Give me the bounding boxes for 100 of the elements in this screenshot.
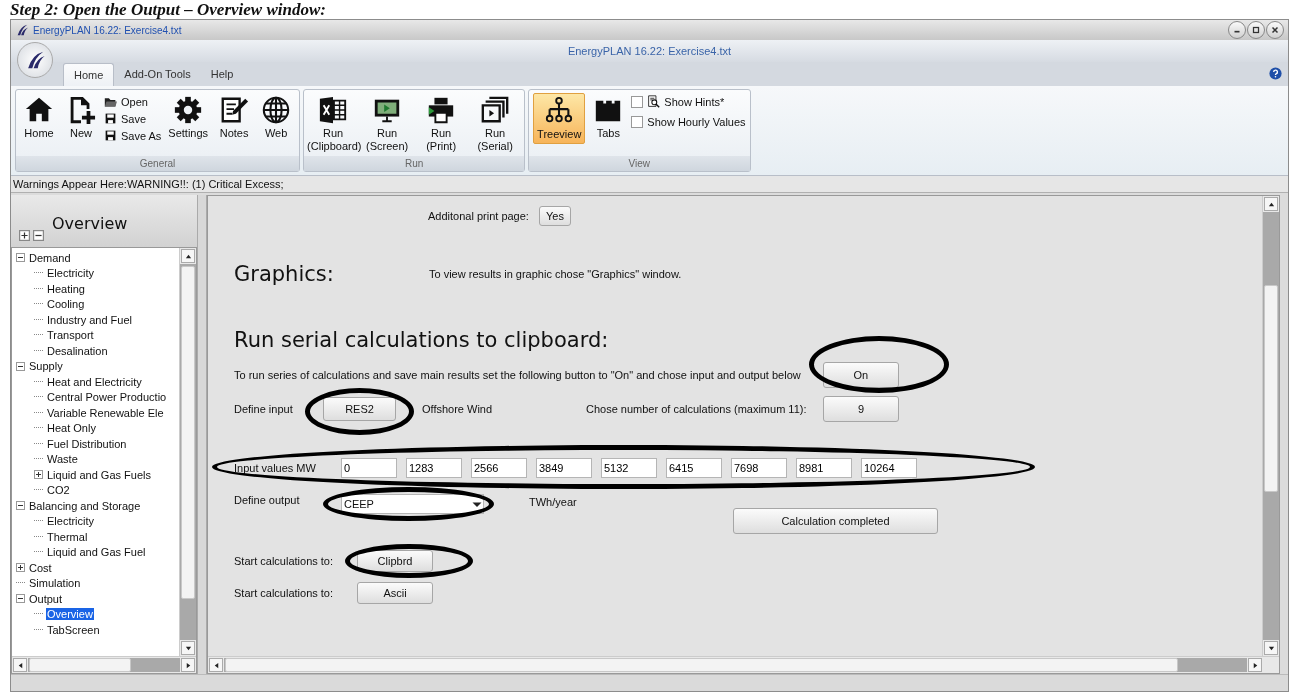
scroll-up-icon[interactable] <box>181 249 195 263</box>
scroll-up-icon[interactable] <box>1264 197 1278 211</box>
checkbox-label[interactable]: Show Hourly Values <box>647 116 746 128</box>
expand-icon[interactable] <box>16 563 25 573</box>
tree-item[interactable]: Variable Renewable Ele <box>46 406 165 419</box>
tree-item[interactable]: Liquid and Gas Fuels <box>46 468 152 481</box>
settings-icon <box>173 95 204 125</box>
document-heading: Step 2: Open the Output – Overview window: <box>9 0 326 19</box>
tree-item[interactable]: Demand <box>28 251 72 264</box>
vertical-scrollbar[interactable] <box>1262 196 1279 656</box>
collapse-icon[interactable] <box>16 361 25 371</box>
tree-item[interactable]: Thermal <box>46 530 89 543</box>
app-title: EnergyPLAN 16.22: Exercise4.txt <box>567 45 732 57</box>
output-dropdown[interactable]: CEEP <box>341 494 484 514</box>
tree-item[interactable]: Overview <box>46 608 94 621</box>
tree-item[interactable]: Balancing and Storage <box>28 499 142 512</box>
checkbox[interactable] <box>631 116 644 128</box>
help-icon[interactable] <box>1269 67 1282 80</box>
tree-item[interactable]: Simulation <box>28 577 82 590</box>
tree-item[interactable]: CO2 <box>46 484 71 497</box>
input-field[interactable]: 8981 <box>796 458 852 478</box>
tree-item[interactable]: Heat Only <box>46 422 97 435</box>
expand-icon[interactable] <box>34 470 43 480</box>
ribbon-toggle-button[interactable]: Treeview <box>533 93 586 144</box>
on-button[interactable]: On <box>822 362 899 388</box>
count-button[interactable]: 9 <box>823 396 899 422</box>
spreadsheet-icon <box>318 95 349 125</box>
scroll-down-icon[interactable] <box>1264 641 1278 655</box>
ribbon-tab[interactable]: Help <box>200 63 244 86</box>
collapse-icon[interactable] <box>16 594 25 604</box>
field-label: Additonal print page: <box>428 210 529 222</box>
ribbon-tab[interactable]: Home <box>63 63 115 86</box>
tree-item[interactable]: Heating <box>46 282 86 295</box>
ribbon-button[interactable]: Notes <box>215 93 254 142</box>
input-field[interactable]: 1283 <box>406 458 462 478</box>
start-button[interactable]: Clipbrd <box>357 550 433 572</box>
scrollbar-thumb[interactable] <box>29 658 132 672</box>
ribbon-button[interactable]: Web <box>257 93 296 142</box>
ribbon-small-button[interactable]: Open <box>104 95 162 108</box>
collapse-icon[interactable] <box>16 253 25 263</box>
input-field[interactable]: 2566 <box>471 458 527 478</box>
ribbon-button[interactable]: Home <box>20 93 58 142</box>
tree-item[interactable]: Supply <box>28 360 64 373</box>
tree-item[interactable]: Transport <box>46 329 95 342</box>
input-field[interactable]: 3849 <box>536 458 592 478</box>
field-label: Define input <box>234 403 294 415</box>
scroll-left-icon[interactable] <box>209 658 223 672</box>
checkbox-label[interactable]: Show Hints* <box>664 95 725 108</box>
tree-item[interactable]: Industry and Fuel <box>46 313 133 326</box>
scroll-right-icon[interactable] <box>181 658 195 672</box>
vertical-scrollbar[interactable] <box>179 248 196 656</box>
ribbon-button[interactable]: Run (Print) <box>416 93 467 155</box>
ribbon-button[interactable]: New <box>62 93 100 142</box>
scrollbar-thumb[interactable] <box>1264 284 1278 493</box>
ribbon-button[interactable]: Run (Screen) <box>362 93 413 155</box>
tree-item[interactable]: Electricity <box>46 267 96 280</box>
tree-item[interactable]: Electricity <box>46 515 96 528</box>
start-button[interactable]: Ascii <box>357 582 433 604</box>
tree-item[interactable]: Waste <box>46 453 79 466</box>
input-field[interactable]: 5132 <box>601 458 657 478</box>
app-menu-button[interactable] <box>17 42 53 78</box>
close-button[interactable] <box>1266 21 1284 39</box>
tree-item[interactable]: Cost <box>28 561 53 574</box>
scroll-left-icon[interactable] <box>13 658 27 672</box>
horizontal-scrollbar[interactable] <box>12 656 196 673</box>
ribbon-button[interactable]: Run (Serial) <box>470 93 521 155</box>
tree-item[interactable]: Liquid and Gas Fuel <box>46 546 147 559</box>
collapse-all-button[interactable] <box>33 230 44 241</box>
ribbon-tab[interactable]: Add-On Tools <box>114 63 201 86</box>
input-field[interactable]: 0 <box>341 458 397 478</box>
scroll-right-icon[interactable] <box>1248 658 1262 672</box>
ribbon-button[interactable]: Run (Clipboard) <box>308 93 359 155</box>
scrollbar-thumb[interactable] <box>225 658 1179 672</box>
input-field[interactable]: 10264 <box>861 458 917 478</box>
tree-item[interactable]: Desalination <box>46 344 109 357</box>
description-text: To run series of calculations and save main results set the following button to "On" and chose input and output below <box>234 369 801 381</box>
horizontal-scrollbar[interactable] <box>208 656 1279 673</box>
tree-item[interactable]: Fuel Distribution <box>46 437 128 450</box>
ribbon-small-button[interactable]: Save <box>104 112 162 125</box>
tree-item[interactable]: Output <box>28 592 64 605</box>
tree-item[interactable]: Central Power Productio <box>46 391 168 404</box>
maximize-button[interactable] <box>1247 21 1265 39</box>
field-label: Define output <box>234 494 301 506</box>
expand-all-button[interactable] <box>19 230 30 241</box>
input-field[interactable]: 6415 <box>666 458 722 478</box>
ribbon-small-button[interactable]: Save As <box>104 129 162 142</box>
close-icon <box>1270 25 1280 35</box>
ribbon-toggle-button[interactable]: Tabs <box>589 93 628 142</box>
tree-item[interactable]: TabScreen <box>46 623 101 636</box>
input-select-button[interactable]: RES2 <box>323 397 396 421</box>
scrollbar-thumb[interactable] <box>181 266 195 599</box>
scroll-down-icon[interactable] <box>181 641 195 655</box>
ribbon-button[interactable]: Settings <box>165 93 212 142</box>
input-field[interactable]: 7698 <box>731 458 787 478</box>
status-button[interactable]: Calculation completed <box>733 508 938 534</box>
collapse-icon[interactable] <box>16 501 25 511</box>
checkbox[interactable] <box>631 95 644 108</box>
yes-button[interactable]: Yes <box>538 206 571 226</box>
tree-item[interactable]: Cooling <box>46 298 86 311</box>
tree-item[interactable]: Heat and Electricity <box>46 375 143 388</box>
